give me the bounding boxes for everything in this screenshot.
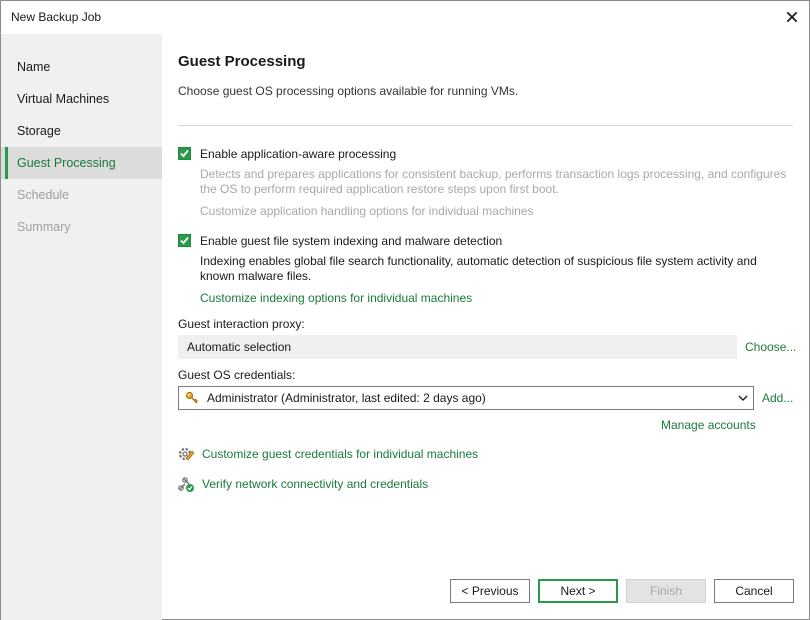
sidebar-item-schedule: Schedule (17, 188, 70, 202)
divider (178, 125, 793, 126)
next-button[interactable]: Next > (538, 579, 618, 603)
sidebar-item-virtual-machines[interactable]: Virtual Machines (1, 83, 162, 115)
key-icon (185, 391, 198, 404)
previous-button[interactable]: < Previous (450, 579, 530, 603)
indexing-desc-line2: known malware files. (200, 269, 312, 283)
verify-connectivity-link[interactable]: Verify network connectivity and credenti… (202, 477, 428, 491)
credentials-dropdown[interactable]: Administrator (Administrator, last edite… (178, 386, 754, 410)
sidebar-item-name[interactable]: Name (1, 51, 162, 83)
close-button[interactable] (781, 6, 803, 28)
sidebar-item-storage[interactable]: Storage (1, 115, 162, 147)
page-subtitle: Choose guest OS processing options avail… (178, 84, 519, 98)
proxy-label: Guest interaction proxy: (178, 317, 305, 331)
credentials-value: Administrator (Administrator, last edite… (207, 391, 486, 405)
indexing-options-link[interactable]: Customize indexing options for individua… (200, 291, 472, 305)
finish-button: Finish (626, 579, 706, 603)
indexing-desc-line1: Indexing enables global file search func… (200, 254, 757, 268)
checkmark-icon (180, 149, 189, 158)
customize-credentials-link[interactable]: Customize guest credentials for individu… (202, 447, 478, 461)
sidebar-item-summary: Summary (17, 220, 71, 234)
network-verify-icon (178, 477, 194, 492)
app-aware-checkbox[interactable] (178, 147, 191, 160)
add-credentials-link[interactable]: Add... (762, 391, 793, 405)
proxy-field: Automatic selection (178, 335, 737, 359)
page-title: Guest Processing (178, 53, 306, 70)
app-handling-link-disabled: Customize application handling options f… (200, 204, 534, 218)
credentials-label: Guest OS credentials: (178, 368, 296, 382)
wizard-sidebar: Name Virtual Machines Storage Guest Proc… (1, 34, 162, 620)
app-aware-desc-line1: Detects and prepares applications for co… (200, 167, 787, 181)
indexing-label[interactable]: Enable guest file system indexing and ma… (200, 234, 502, 248)
chevron-down-icon (738, 395, 748, 401)
manage-accounts-link[interactable]: Manage accounts (661, 418, 756, 432)
sidebar-item-guest-processing[interactable]: Guest Processing (1, 147, 162, 179)
app-aware-desc-line2: the OS to perform required application r… (200, 182, 559, 196)
title-bar: New Backup Job (1, 1, 809, 34)
checkmark-icon (180, 236, 189, 245)
choose-proxy-link[interactable]: Choose... (745, 340, 796, 354)
window-title: New Backup Job (11, 10, 102, 24)
close-icon (786, 11, 798, 23)
cancel-button[interactable]: Cancel (714, 579, 794, 603)
main-panel: Guest Processing Choose guest OS process… (162, 34, 809, 620)
credentials-gear-icon (178, 447, 195, 461)
dialog-window: New Backup Job Name Virtual Machines Sto… (0, 0, 810, 620)
app-aware-label[interactable]: Enable application-aware processing (200, 147, 396, 161)
indexing-checkbox[interactable] (178, 234, 191, 247)
